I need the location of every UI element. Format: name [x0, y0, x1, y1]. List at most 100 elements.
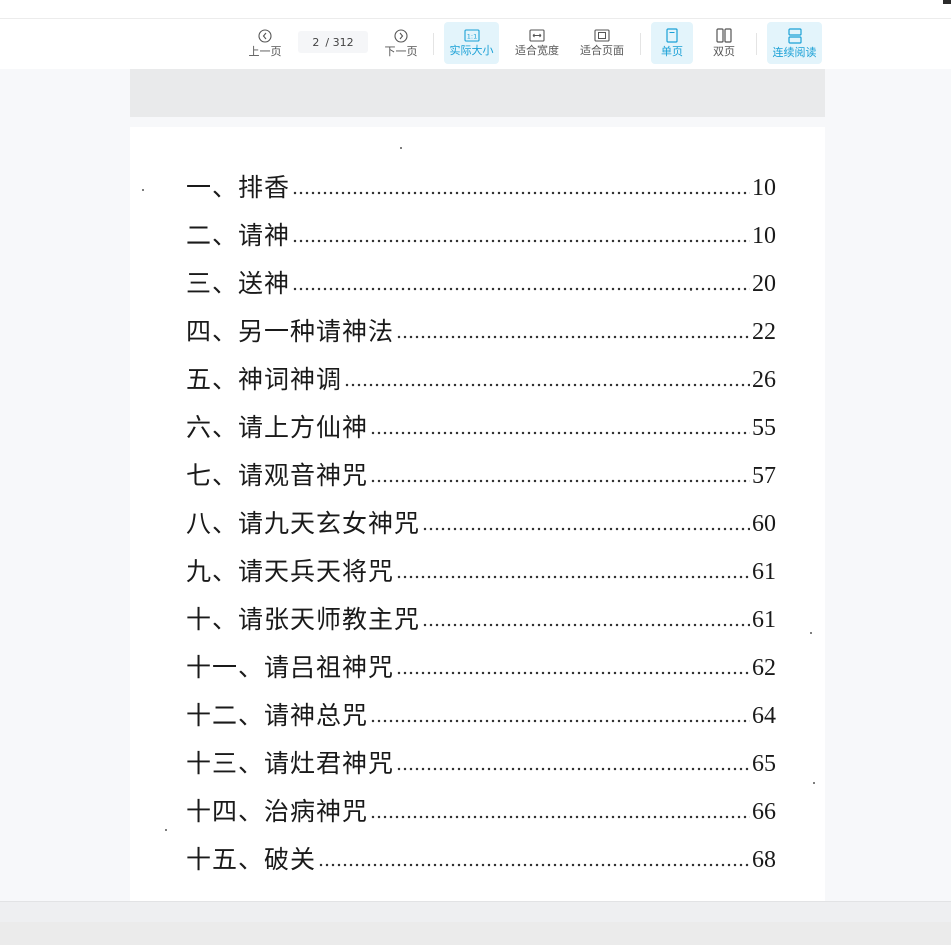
toc-entry-page: 68	[752, 847, 776, 873]
next-page-button[interactable]: 下一页	[380, 22, 422, 64]
fit-page-icon	[594, 29, 610, 42]
fit-page-button[interactable]: 适合页面	[576, 22, 628, 64]
current-page-number: 2	[312, 35, 320, 49]
toc-entry-page: 60	[752, 511, 776, 537]
page-number-input[interactable]: 2 / 312	[298, 31, 368, 53]
continuous-reading-icon	[787, 27, 802, 44]
toc-entry: 十三、请灶君神咒 65	[186, 749, 776, 779]
toc-entry-page: 20	[752, 271, 776, 297]
toc-entry-title: 十四、治病神咒	[186, 797, 369, 826]
double-page-icon	[716, 28, 732, 43]
toc-entry-title: 八、请九天玄女神咒	[186, 509, 421, 538]
toc-leader-dots	[370, 479, 750, 483]
toc-entry-page: 57	[752, 463, 776, 489]
scan-speck	[165, 829, 167, 831]
toolbar-divider	[756, 33, 757, 55]
toc-entry: 七、请观音神咒 57	[186, 461, 776, 491]
toc-entry-page: 66	[752, 799, 776, 825]
scan-speck	[810, 632, 812, 634]
bottom-status-bar	[0, 901, 951, 945]
toc-entry-title: 十、请张天师教主咒	[186, 605, 421, 634]
toolbar-divider	[433, 33, 434, 55]
double-page-label: 双页	[713, 45, 735, 58]
toc-entry: 九、请天兵天将咒 61	[186, 557, 776, 587]
toc-entry-title: 十五、破关	[186, 845, 317, 874]
toc-entry-title: 五、神词神调	[186, 365, 343, 394]
toc-entry: 十四、治病神咒 66	[186, 797, 776, 827]
toc-leader-dots	[370, 719, 750, 723]
reader-toolbar: 上一页 2 / 312 下一页 1:1 实际大小 适合宽度 适合页面 单页 双页…	[0, 19, 951, 69]
window-top-strip	[0, 0, 951, 19]
toc-entry-title: 一、排香	[186, 173, 291, 202]
actual-size-icon: 1:1	[463, 29, 480, 42]
toc-leader-dots	[292, 191, 750, 195]
toc-entry-title: 十一、请吕祖神咒	[186, 653, 395, 682]
scan-speck	[813, 782, 815, 784]
toc-leader-dots	[422, 527, 750, 531]
chevron-right-circle-icon	[394, 28, 408, 43]
total-pages: / 312	[325, 35, 354, 49]
toc-leader-dots	[344, 383, 750, 387]
toc-leader-dots	[370, 815, 750, 819]
double-page-button[interactable]: 双页	[703, 22, 745, 64]
toc-entry: 六、请上方仙神 55	[186, 413, 776, 443]
window-corner	[943, 0, 951, 4]
toc-entry-page: 61	[752, 607, 776, 633]
prev-page-button[interactable]: 上一页	[244, 22, 286, 64]
toc-entry-page: 26	[752, 367, 776, 393]
toc-entry: 十一、请吕祖神咒 62	[186, 653, 776, 683]
toc-entry-title: 七、请观音神咒	[186, 461, 369, 490]
toc-entry: 五、神词神调 26	[186, 365, 776, 395]
fit-page-label: 适合页面	[580, 44, 624, 57]
continuous-reading-button[interactable]: 连续阅读	[767, 22, 822, 64]
toc-entry-title: 四、另一种请神法	[186, 317, 395, 346]
toc-entry: 四、另一种请神法 22	[186, 317, 776, 347]
toc-entry: 八、请九天玄女神咒 60	[186, 509, 776, 539]
toc-entry-title: 九、请天兵天将咒	[186, 557, 395, 586]
prev-page-label: 上一页	[248, 44, 282, 58]
toc-entry: 十五、破关 68	[186, 845, 776, 875]
toc-entry-title: 三、送神	[186, 269, 291, 298]
toc-entry: 二、请神 10	[186, 221, 776, 251]
fit-width-label: 适合宽度	[515, 44, 559, 57]
fit-width-icon	[529, 29, 545, 42]
toc-entry: 十、请张天师教主咒 61	[186, 605, 776, 635]
single-page-label: 单页	[661, 45, 683, 58]
toc-entry-page: 61	[752, 559, 776, 585]
actual-size-button[interactable]: 1:1 实际大小	[444, 22, 499, 64]
toc-entry-page: 55	[752, 415, 776, 441]
svg-text:1:1: 1:1	[466, 33, 476, 41]
toc-leader-dots	[370, 431, 750, 435]
document-viewer[interactable]: 一、排香 10 二、请神 10 三、送神 20 四、另一种请神法 22 五、神词…	[0, 69, 951, 901]
bottom-bar-inner	[0, 922, 951, 945]
toc-entry-title: 十二、请神总咒	[186, 701, 369, 730]
toc-leader-dots	[396, 335, 750, 339]
next-page-label: 下一页	[384, 44, 418, 58]
toc-entry-page: 10	[752, 223, 776, 249]
toc-entry-page: 10	[752, 175, 776, 201]
single-page-icon	[666, 28, 678, 43]
document-page: 一、排香 10 二、请神 10 三、送神 20 四、另一种请神法 22 五、神词…	[130, 127, 825, 901]
toc-leader-dots	[292, 287, 750, 291]
toc-entry-title: 六、请上方仙神	[186, 413, 369, 442]
scan-speck	[142, 189, 144, 191]
single-page-button[interactable]: 单页	[651, 22, 693, 64]
toc-entry: 三、送神 20	[186, 269, 776, 299]
toc-entry-page: 64	[752, 703, 776, 729]
previous-page-preview	[130, 69, 825, 117]
toc-leader-dots	[422, 623, 750, 627]
toc-entry-page: 22	[752, 319, 776, 345]
toc-leader-dots	[292, 239, 750, 243]
toc-entry-title: 二、请神	[186, 221, 291, 250]
fit-width-button[interactable]: 适合宽度	[511, 22, 563, 64]
actual-size-label: 实际大小	[449, 44, 494, 57]
toc-entry: 十二、请神总咒 64	[186, 701, 776, 731]
continuous-reading-label: 连续阅读	[772, 45, 817, 59]
toc-leader-dots	[396, 575, 750, 579]
toc-leader-dots	[318, 863, 750, 867]
toc-entry: 一、排香 10	[186, 173, 776, 203]
scan-speck	[400, 147, 402, 149]
toc-entry-title: 十三、请灶君神咒	[186, 749, 395, 778]
toc-leader-dots	[396, 671, 750, 675]
toolbar-divider	[640, 33, 641, 55]
